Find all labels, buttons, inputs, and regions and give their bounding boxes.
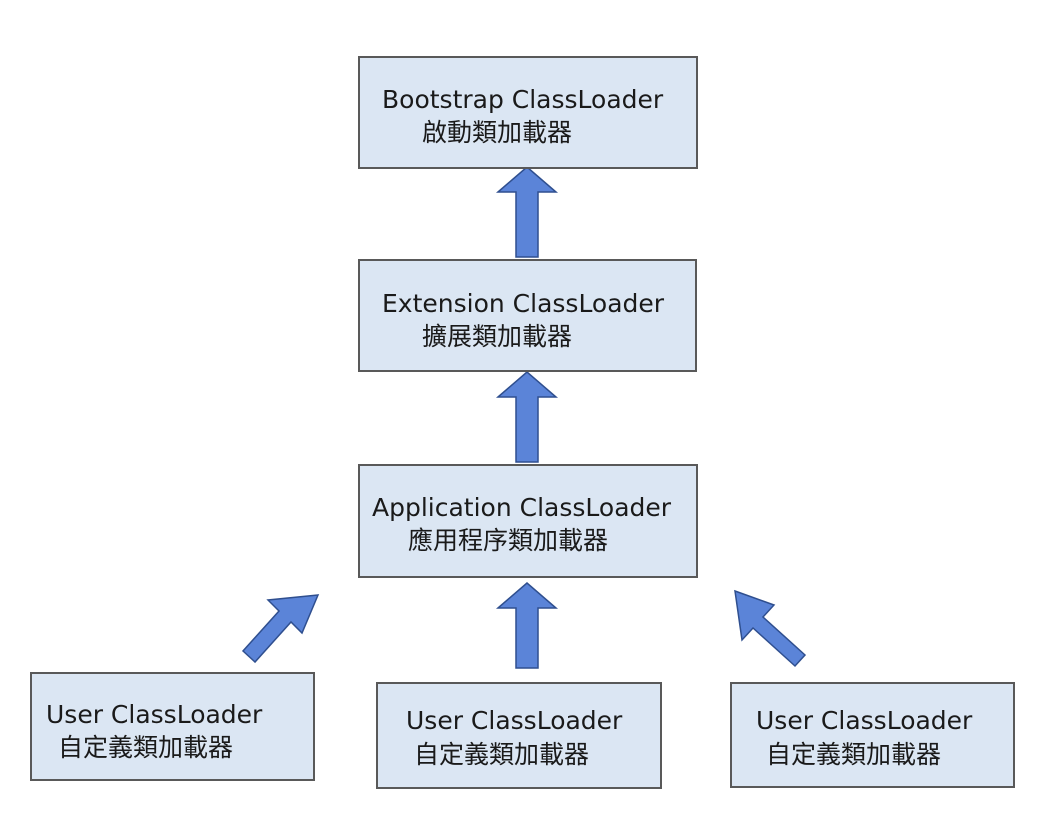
node-bootstrap-classloader: Bootstrap ClassLoader 啟動類加載器 bbox=[358, 56, 698, 169]
node-subtitle: 啟動類加載器 bbox=[422, 118, 573, 147]
arrow-user-right-to-application bbox=[734, 589, 807, 668]
class-loader-hierarchy-diagram: Bootstrap ClassLoader 啟動類加載器 Extension C… bbox=[0, 0, 1040, 826]
node-title: Extension ClassLoader bbox=[382, 289, 665, 318]
arrow-user-center-to-application bbox=[495, 582, 559, 669]
node-user-classloader-right: User ClassLoader 自定義類加載器 bbox=[730, 682, 1015, 788]
arrow-user-left-to-application bbox=[241, 594, 320, 664]
node-title: User ClassLoader bbox=[406, 706, 623, 735]
arrow-extension-to-bootstrap bbox=[495, 166, 559, 258]
node-subtitle: 自定義類加載器 bbox=[58, 733, 234, 762]
node-title: User ClassLoader bbox=[46, 700, 263, 729]
node-subtitle: 應用程序類加載器 bbox=[408, 526, 609, 555]
node-application-classloader: Application ClassLoader 應用程序類加載器 bbox=[358, 464, 698, 578]
node-subtitle: 自定義類加載器 bbox=[766, 740, 942, 769]
node-user-classloader-center: User ClassLoader 自定義類加載器 bbox=[376, 682, 662, 789]
arrow-application-to-extension bbox=[495, 371, 559, 463]
node-subtitle: 擴展類加載器 bbox=[422, 322, 573, 351]
node-title: Bootstrap ClassLoader bbox=[382, 85, 664, 114]
node-subtitle: 自定義類加載器 bbox=[414, 740, 590, 769]
node-extension-classloader: Extension ClassLoader 擴展類加載器 bbox=[358, 259, 697, 372]
node-title: User ClassLoader bbox=[756, 706, 973, 735]
node-user-classloader-left: User ClassLoader 自定義類加載器 bbox=[30, 672, 315, 781]
node-title: Application ClassLoader bbox=[372, 493, 672, 522]
